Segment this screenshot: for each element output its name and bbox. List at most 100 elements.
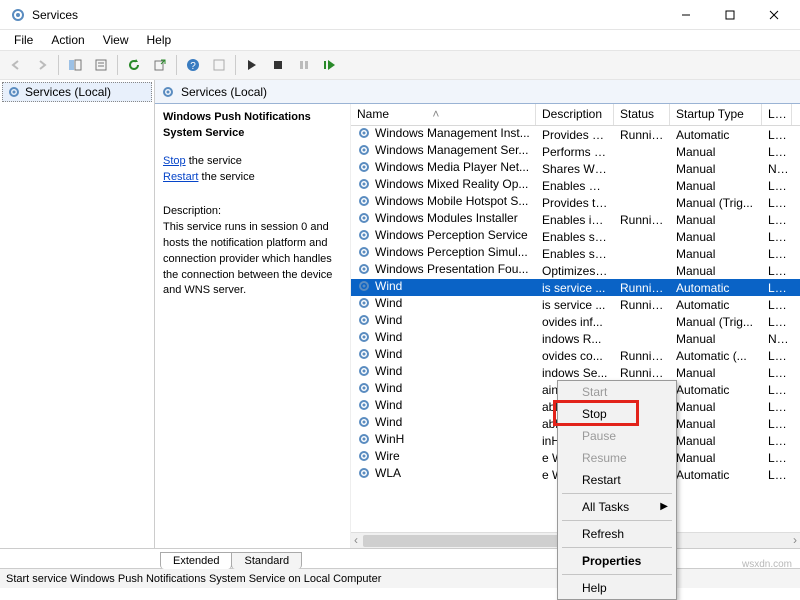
refresh-button[interactable] xyxy=(122,53,146,77)
service-row[interactable]: Windovides inf...Manual (Trig...Loca xyxy=(351,313,800,330)
export-button[interactable] xyxy=(148,53,172,77)
ctx-help[interactable]: Help xyxy=(558,577,676,599)
gear-icon xyxy=(357,449,371,463)
service-row[interactable]: Windovides co...RunningAutomatic (...Loc… xyxy=(351,347,800,364)
show-hide-tree-button[interactable] xyxy=(63,53,87,77)
tree-node-services-local[interactable]: Services (Local) xyxy=(2,82,152,102)
service-name: Wind xyxy=(375,347,402,361)
ctx-separator xyxy=(562,574,672,575)
stop-service-link[interactable]: Stop xyxy=(163,155,186,167)
service-name: Windows Media Player Net... xyxy=(375,160,529,174)
ctx-properties[interactable]: Properties xyxy=(558,550,676,572)
services-columns-header: Name ˄ Description Status Startup Type L… xyxy=(351,104,800,126)
restart-service-link[interactable]: Restart xyxy=(163,171,198,183)
service-row[interactable]: Windows Perception ServiceEnables spa...… xyxy=(351,228,800,245)
service-name: Wind xyxy=(375,415,402,429)
service-startup: Manual (Trig... xyxy=(670,196,762,210)
scroll-left-icon[interactable]: ‹ xyxy=(351,533,361,548)
gear-icon xyxy=(357,194,371,208)
scroll-right-icon[interactable]: › xyxy=(790,533,800,548)
restart-service-button[interactable] xyxy=(318,53,342,77)
service-startup: Manual xyxy=(670,247,762,261)
start-service-button[interactable] xyxy=(240,53,264,77)
service-status: Running xyxy=(614,128,670,142)
service-row[interactable]: Windows Media Player Net...Shares Win...… xyxy=(351,160,800,177)
service-startup: Manual xyxy=(670,434,762,448)
ctx-stop[interactable]: Stop xyxy=(558,403,676,425)
ctx-all-tasks[interactable]: All Tasks▶ xyxy=(558,496,676,518)
gear-icon xyxy=(357,245,371,259)
service-row[interactable]: Windindows R...ManualNetv xyxy=(351,330,800,347)
service-row[interactable]: Windows Management Inst...Provides a c..… xyxy=(351,126,800,143)
help-button[interactable]: ? xyxy=(181,53,205,77)
ctx-resume[interactable]: Resume xyxy=(558,447,676,469)
service-logon: Loca xyxy=(762,145,792,159)
restart-service-suffix: the service xyxy=(198,171,254,183)
ctx-pause[interactable]: Pause xyxy=(558,425,676,447)
gear-icon xyxy=(161,85,175,99)
view-tabs: Extended Standard xyxy=(0,548,800,568)
right-body: Windows Push Notifications System Servic… xyxy=(155,104,800,548)
service-row[interactable]: Windis service ...RunningAutomaticLoca xyxy=(351,279,800,296)
service-name: Wind xyxy=(375,398,402,412)
ctx-separator xyxy=(562,547,672,548)
service-name: WinH xyxy=(375,432,404,446)
close-button[interactable] xyxy=(752,1,796,29)
ctx-start[interactable]: Start xyxy=(558,381,676,403)
window-title: Services xyxy=(32,8,664,22)
service-row[interactable]: Windows Perception Simul...Enables spa..… xyxy=(351,245,800,262)
service-name: Wind xyxy=(375,364,402,378)
menu-help[interactable]: Help xyxy=(139,31,180,49)
service-status: Running xyxy=(614,366,670,380)
service-name: WLA xyxy=(375,466,401,480)
service-logon: Netv xyxy=(762,332,792,346)
service-startup: Automatic xyxy=(670,383,762,397)
toolbar-separator xyxy=(176,55,177,75)
service-desc: indows R... xyxy=(536,332,614,346)
service-row[interactable]: Windows Mobile Hotspot S...Provides th..… xyxy=(351,194,800,211)
service-row[interactable]: Windows Modules InstallerEnables inst...… xyxy=(351,211,800,228)
service-row[interactable]: Windows Presentation Fou...Optimizes p..… xyxy=(351,262,800,279)
service-name: Windows Modules Installer xyxy=(375,211,518,225)
main-area: Services (Local) Services (Local) Window… xyxy=(0,80,800,548)
gear-icon xyxy=(357,466,371,480)
statusbar-text: Start service Windows Push Notifications… xyxy=(6,573,381,585)
tab-standard[interactable]: Standard xyxy=(231,552,302,569)
minimize-button[interactable] xyxy=(664,1,708,29)
service-logon: Loca xyxy=(762,179,792,193)
toolbar-extra-icon[interactable] xyxy=(207,53,231,77)
tab-extended[interactable]: Extended xyxy=(160,552,232,569)
gear-icon xyxy=(7,85,21,99)
context-menu: Start Stop Pause Resume Restart All Task… xyxy=(557,380,677,600)
service-row[interactable]: Windindows Se...RunningManualLoca xyxy=(351,364,800,381)
service-desc: Provides a c... xyxy=(536,128,614,142)
service-logon: Loca xyxy=(762,213,792,227)
col-startup-type[interactable]: Startup Type xyxy=(670,104,762,125)
ctx-restart[interactable]: Restart xyxy=(558,469,676,491)
ctx-separator xyxy=(562,493,672,494)
col-name[interactable]: Name ˄ xyxy=(351,104,536,125)
nav-forward-button[interactable] xyxy=(30,53,54,77)
menu-file[interactable]: File xyxy=(6,31,41,49)
ctx-refresh[interactable]: Refresh xyxy=(558,523,676,545)
service-logon: Loca xyxy=(762,196,792,210)
stop-service-button[interactable] xyxy=(266,53,290,77)
maximize-button[interactable] xyxy=(708,1,752,29)
col-description[interactable]: Description xyxy=(536,104,614,125)
description-label: Description: xyxy=(163,204,342,220)
nav-back-button[interactable] xyxy=(4,53,28,77)
service-name: Windows Presentation Fou... xyxy=(375,262,528,276)
service-row[interactable]: Windows Mixed Reality Op...Enables Mix..… xyxy=(351,177,800,194)
menu-view[interactable]: View xyxy=(95,31,137,49)
scrollbar-thumb[interactable] xyxy=(363,535,563,547)
properties-button[interactable] xyxy=(89,53,113,77)
service-logon: Loca xyxy=(762,264,792,278)
menu-action[interactable]: Action xyxy=(43,31,92,49)
service-row[interactable]: Windis service ...RunningAutomaticLoca xyxy=(351,296,800,313)
pause-service-button[interactable] xyxy=(292,53,316,77)
toolbar-separator xyxy=(235,55,236,75)
col-status[interactable]: Status xyxy=(614,104,670,125)
col-logon[interactable]: Log xyxy=(762,104,792,125)
description-text: This service runs in session 0 and hosts… xyxy=(163,220,342,300)
service-row[interactable]: Windows Management Ser...Performs m...Ma… xyxy=(351,143,800,160)
